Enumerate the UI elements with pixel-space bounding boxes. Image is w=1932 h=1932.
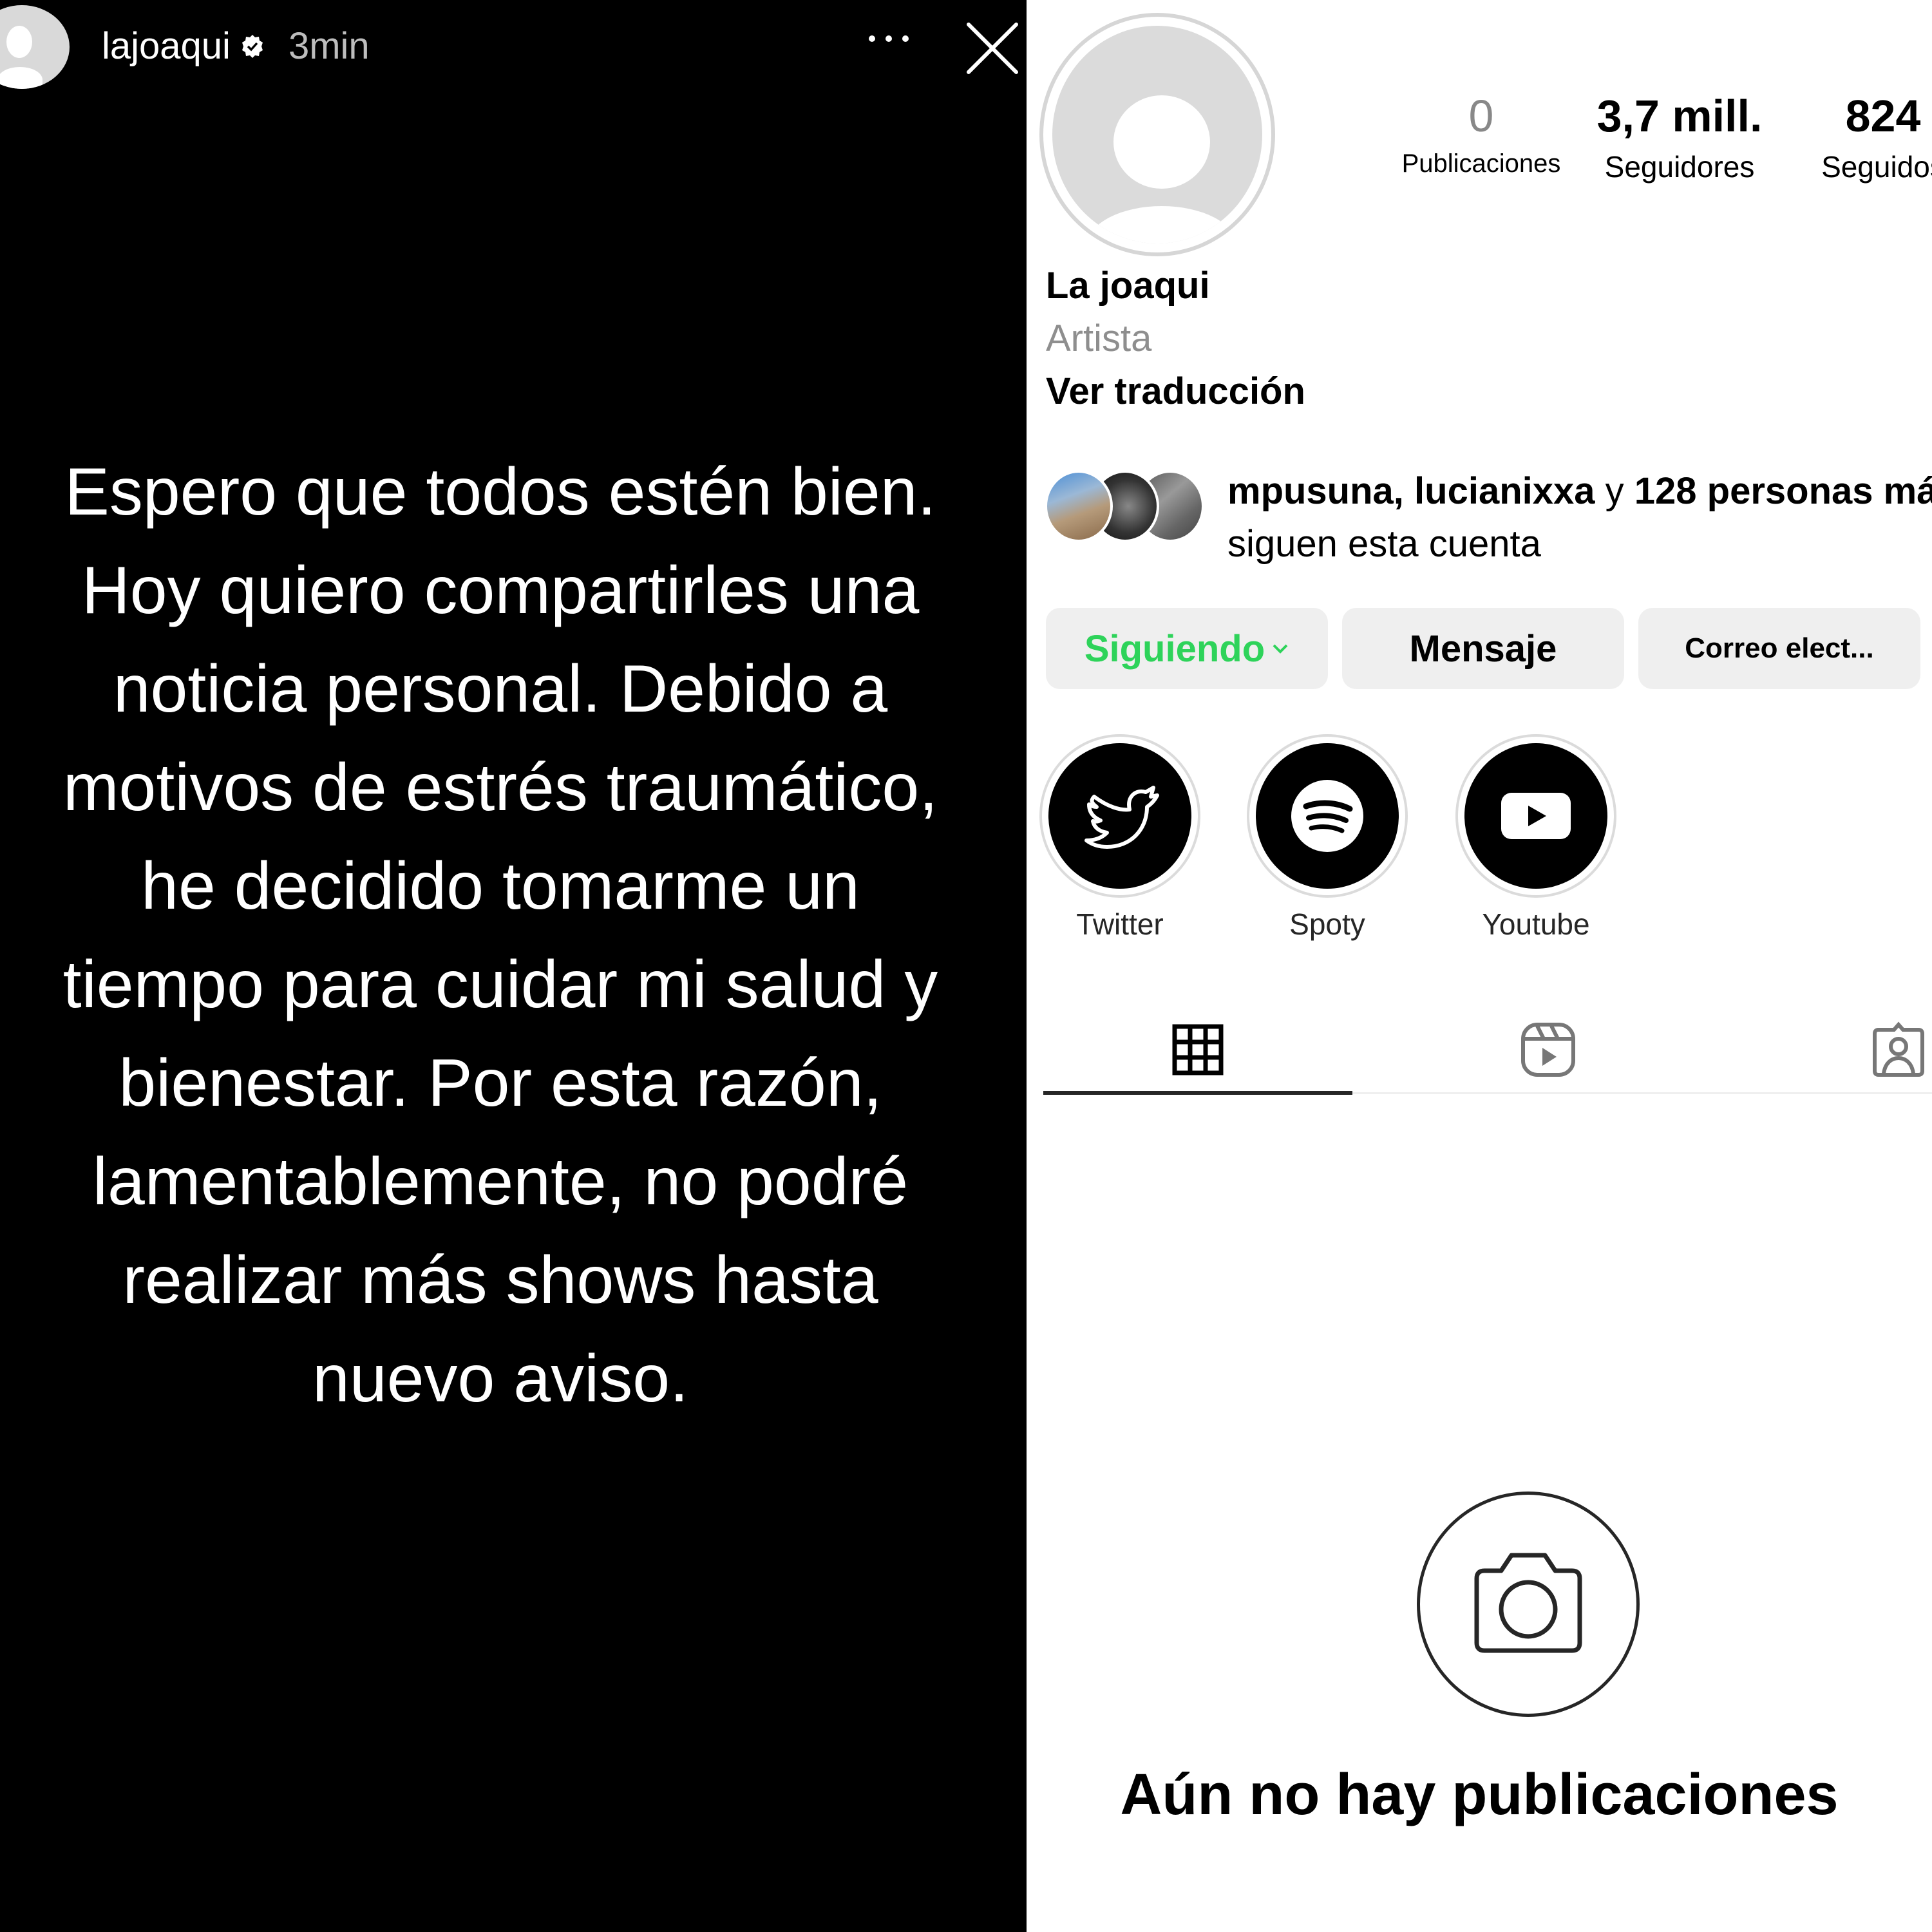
profile-panel: 0 Publicaciones 3,7 mill. Seguidores 824… [1027, 0, 1932, 1932]
story-line: nuevo aviso. [312, 1341, 688, 1416]
highlight-twitter[interactable]: Twitter [1039, 734, 1200, 942]
chevron-down-icon [1273, 644, 1288, 654]
close-icon[interactable] [966, 22, 1019, 75]
stat-following[interactable]: 824 Seguidos [1786, 90, 1932, 184]
mutual-names: mpusuna, lucianixxa [1227, 470, 1595, 512]
reels-icon [1521, 1023, 1575, 1077]
highlight-label: Youtube [1482, 907, 1590, 941]
following-label: Siguiendo [1084, 627, 1265, 670]
story-line: noticia personal. Debido a [113, 652, 888, 726]
camera-circle [1417, 1492, 1640, 1717]
mutual-count: 128 personas más [1634, 470, 1932, 512]
highlight-label: Spoty [1289, 907, 1365, 941]
profile-name: La joaqui [1046, 265, 1210, 307]
spotify-icon [1291, 780, 1363, 852]
mutual-followers-text: mpusuna, lucianixxa y 128 personas más s… [1227, 465, 1932, 571]
see-translation-link[interactable]: Ver traducción [1046, 370, 1305, 413]
story-avatar[interactable] [0, 5, 70, 89]
tab-reels[interactable] [1394, 1005, 1703, 1095]
story-line: motivos de estrés traumático, [62, 750, 938, 825]
story-line: realizar más shows hasta [122, 1243, 878, 1318]
story-line: Espero que todos estén bien. [64, 455, 936, 529]
tabs-divider [1352, 1092, 1932, 1094]
grid-icon [1172, 1024, 1224, 1075]
mutual-followers[interactable]: mpusuna, lucianixxa y 128 personas más s… [1045, 465, 1932, 565]
stat-label: Seguidos [1821, 150, 1932, 184]
empty-state-title: Aún no hay publicaciones [1120, 1763, 1839, 1827]
message-button[interactable]: Mensaje [1342, 608, 1624, 689]
story-line: tiempo para cuidar mi salud y [62, 947, 938, 1022]
profile-avatar[interactable] [1039, 13, 1275, 256]
mutual-line2: siguen esta cuenta [1227, 523, 1541, 565]
camera-icon [1474, 1553, 1582, 1653]
story-header: lajoaqui 3min [102, 24, 370, 68]
story-text: Espero que todos estén bien. Hoy quiero … [19, 443, 981, 1428]
more-horizontal-icon[interactable] [863, 26, 914, 52]
following-button[interactable]: Siguiendo [1046, 608, 1328, 689]
stat-value: 824 [1845, 91, 1921, 141]
email-button[interactable]: Correo elect... [1638, 608, 1920, 689]
highlight-youtube[interactable]: Youtube [1455, 734, 1616, 942]
profile-category: Artista [1046, 317, 1152, 359]
tagged-person-icon [1873, 1021, 1924, 1077]
story-line: bienestar. Por esta razón, [118, 1046, 882, 1121]
stat-label: Seguidores [1604, 150, 1755, 184]
highlight-spotify[interactable]: Spoty [1247, 734, 1408, 942]
tab-tagged[interactable] [1744, 1005, 1932, 1095]
youtube-play-icon [1501, 793, 1571, 839]
story-line: Hoy quiero compartirles una [81, 553, 920, 628]
stat-followers[interactable]: 3,7 mill. Seguidores [1583, 90, 1776, 184]
story-username[interactable]: lajoaqui [102, 24, 231, 68]
stat-value: 3,7 mill. [1596, 91, 1763, 141]
default-avatar-icon [1052, 26, 1262, 243]
story-timestamp: 3min [288, 25, 370, 67]
stat-value: 0 [1468, 91, 1494, 141]
story-panel: lajoaqui 3min Espero que todos estén bie… [0, 0, 1027, 1932]
stat-label: Publicaciones [1401, 149, 1561, 178]
highlight-label: Twitter [1076, 907, 1164, 941]
profile-tabs [1043, 1005, 1932, 1095]
story-line: lamentablemente, no podré [92, 1144, 909, 1219]
verified-badge-icon [242, 34, 263, 58]
mutual-avatar [1045, 470, 1113, 542]
mutual-avatars [1045, 465, 1212, 542]
story-line: he decidido tomarme un [141, 849, 860, 923]
stat-posts[interactable]: 0 Publicaciones [1385, 90, 1578, 178]
twitter-bird-icon [1084, 786, 1159, 849]
tab-posts-grid[interactable] [1043, 1005, 1352, 1095]
mutual-connector: y [1595, 470, 1634, 512]
active-tab-indicator [1043, 1091, 1352, 1095]
